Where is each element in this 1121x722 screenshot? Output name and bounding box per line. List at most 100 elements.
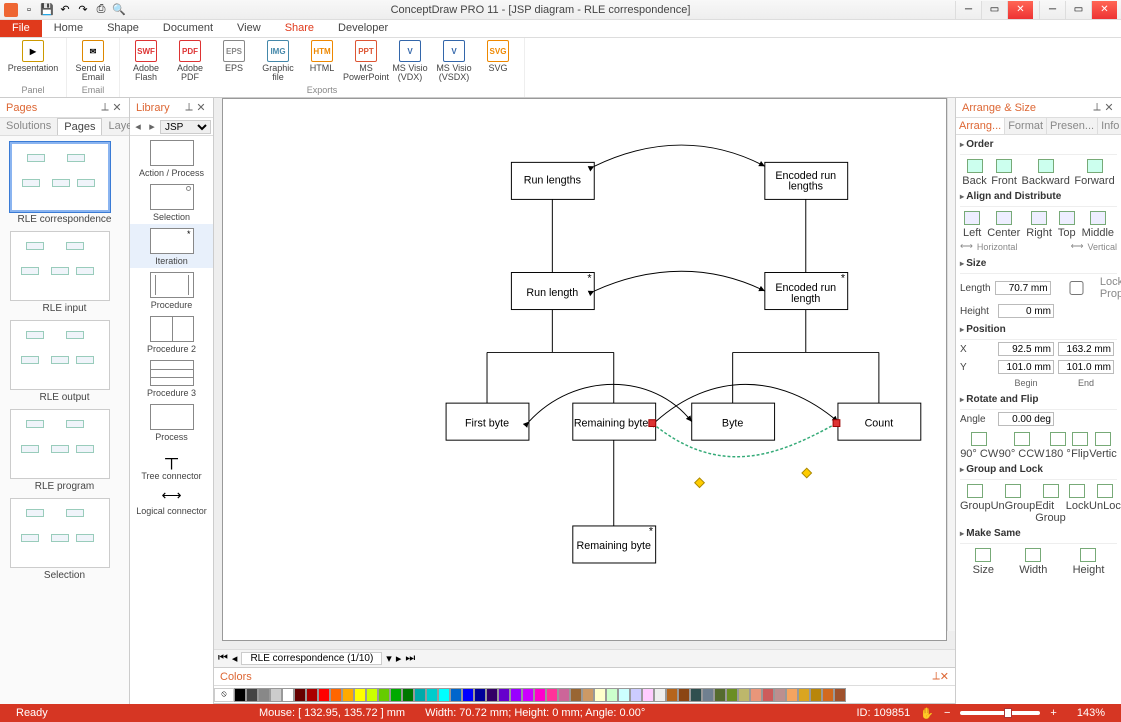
distribute-vert-icon[interactable]: ⟷ [1071, 241, 1084, 252]
search-icon[interactable]: 🔍 [112, 3, 126, 17]
color-swatch[interactable] [318, 688, 330, 702]
lock-btn[interactable]: Lock [1066, 484, 1089, 524]
color-swatch[interactable] [294, 688, 306, 702]
align-middle[interactable]: Middle [1082, 211, 1114, 239]
menu-file[interactable]: File [0, 20, 42, 37]
colors-pin-icon[interactable]: ⟂ [932, 670, 939, 683]
ribbon-ppt[interactable]: PPTMS PowerPoint [346, 40, 386, 83]
child-min-button[interactable]: ─ [1039, 1, 1065, 19]
order-forward[interactable]: Forward [1074, 159, 1114, 187]
ribbon-graphic[interactable]: IMGGraphic file [258, 40, 298, 83]
close-button[interactable]: ✕ [1007, 1, 1033, 19]
arrange-tab-info[interactable]: Info [1098, 118, 1121, 134]
color-swatch[interactable] [306, 688, 318, 702]
menu-share[interactable]: Share [273, 20, 326, 37]
color-swatch[interactable] [570, 688, 582, 702]
color-none[interactable]: ⦸ [214, 688, 234, 702]
order-header[interactable]: Order [960, 135, 1117, 155]
canvas[interactable]: Run lengths Encoded runlengths Run lengt… [222, 98, 947, 641]
restore-button[interactable]: ▭ [981, 1, 1007, 19]
library-item-3[interactable]: Procedure [130, 268, 213, 312]
minimize-button[interactable]: ─ [955, 1, 981, 19]
new-icon[interactable]: ▫ [22, 3, 36, 17]
color-swatch[interactable] [534, 688, 546, 702]
color-swatch[interactable] [702, 688, 714, 702]
menu-shape[interactable]: Shape [95, 20, 151, 37]
color-swatch[interactable] [618, 688, 630, 702]
save-icon[interactable]: 💾 [40, 3, 54, 17]
tab-nav-next[interactable]: ▸ [396, 652, 402, 665]
rotate-ccw[interactable]: 90° CCW [999, 432, 1045, 460]
handle-end[interactable] [833, 420, 840, 427]
tab-nav-last[interactable]: ⏭ [405, 652, 415, 665]
zoom-out[interactable]: − [934, 707, 960, 719]
arrange-tab-presentation[interactable]: Presen... [1047, 118, 1098, 134]
ribbon-eps[interactable]: EPSEPS [214, 40, 254, 83]
zoom-in[interactable]: + [1040, 707, 1066, 719]
node-first-byte[interactable]: First byte [465, 417, 509, 429]
colors-close-icon[interactable]: ✕ [940, 670, 949, 683]
page-thumb-1[interactable]: RLE input [10, 231, 119, 314]
edit-group-btn[interactable]: Edit Group [1035, 484, 1066, 524]
ribbon-html[interactable]: HTMHTML [302, 40, 342, 83]
zoom-slider[interactable] [960, 711, 1040, 715]
tab-nav-first[interactable]: ⏮ [218, 652, 228, 665]
color-swatch[interactable] [738, 688, 750, 702]
node-count[interactable]: Count [865, 417, 894, 429]
color-swatch[interactable] [654, 688, 666, 702]
color-swatch[interactable] [354, 688, 366, 702]
ribbon-vdx[interactable]: VMS Visio (VDX) [390, 40, 430, 83]
ungroup-btn[interactable]: UnGroup [991, 484, 1036, 524]
library-item-2[interactable]: *Iteration [130, 224, 213, 268]
library-nav-fwd[interactable]: ▸ [146, 120, 158, 133]
library-item-8[interactable]: ⟷Logical connector [130, 483, 213, 518]
color-swatch[interactable] [726, 688, 738, 702]
color-swatch[interactable] [522, 688, 534, 702]
color-swatch[interactable] [714, 688, 726, 702]
color-swatch[interactable] [486, 688, 498, 702]
color-swatch[interactable] [582, 688, 594, 702]
document-tab[interactable]: RLE correspondence (1/10) [241, 652, 382, 665]
color-swatch[interactable] [594, 688, 606, 702]
status-hand-icon[interactable]: ✋ [920, 707, 934, 720]
arrange-pin-icon[interactable]: ⟂ [1091, 101, 1103, 114]
handle-control-1[interactable] [695, 478, 705, 488]
pos-y2-input[interactable] [1058, 360, 1114, 374]
color-swatch[interactable] [666, 688, 678, 702]
color-swatch[interactable] [774, 688, 786, 702]
color-swatch[interactable] [750, 688, 762, 702]
color-swatch[interactable] [798, 688, 810, 702]
node-run-lengths[interactable]: Run lengths [524, 175, 581, 187]
group-header[interactable]: Group and Lock [960, 460, 1117, 480]
color-swatch[interactable] [450, 688, 462, 702]
color-swatch[interactable] [258, 688, 270, 702]
size-height-input[interactable] [998, 304, 1054, 318]
color-swatch[interactable] [366, 688, 378, 702]
node-remaining-byte[interactable]: Remaining byte [577, 540, 652, 552]
page-thumb-2[interactable]: RLE output [10, 320, 119, 403]
handle-start[interactable] [649, 420, 656, 427]
group-btn[interactable]: Group [960, 484, 991, 524]
rotate-180[interactable]: 180 ° [1045, 432, 1071, 460]
make-width[interactable]: Width [1019, 548, 1047, 576]
position-header[interactable]: Position [960, 320, 1117, 340]
color-swatch[interactable] [498, 688, 510, 702]
color-swatch[interactable] [246, 688, 258, 702]
color-swatch[interactable] [630, 688, 642, 702]
color-swatch[interactable] [558, 688, 570, 702]
angle-input[interactable] [998, 412, 1054, 426]
child-max-button[interactable]: ▭ [1065, 1, 1091, 19]
library-select[interactable]: JSP [160, 120, 211, 134]
ribbon-presentation[interactable]: ▶ Presentation [6, 40, 60, 73]
color-swatch[interactable] [690, 688, 702, 702]
menu-developer[interactable]: Developer [326, 20, 400, 37]
library-nav-back[interactable]: ◂ [132, 120, 144, 133]
color-swatch[interactable] [330, 688, 342, 702]
make-size[interactable]: Size [973, 548, 994, 576]
color-swatch[interactable] [678, 688, 690, 702]
menu-home[interactable]: Home [42, 20, 95, 37]
color-swatch[interactable] [426, 688, 438, 702]
make-height[interactable]: Height [1073, 548, 1105, 576]
ribbon-adobe_flash[interactable]: SWFAdobe Flash [126, 40, 166, 83]
flip[interactable]: Flip [1071, 432, 1089, 460]
